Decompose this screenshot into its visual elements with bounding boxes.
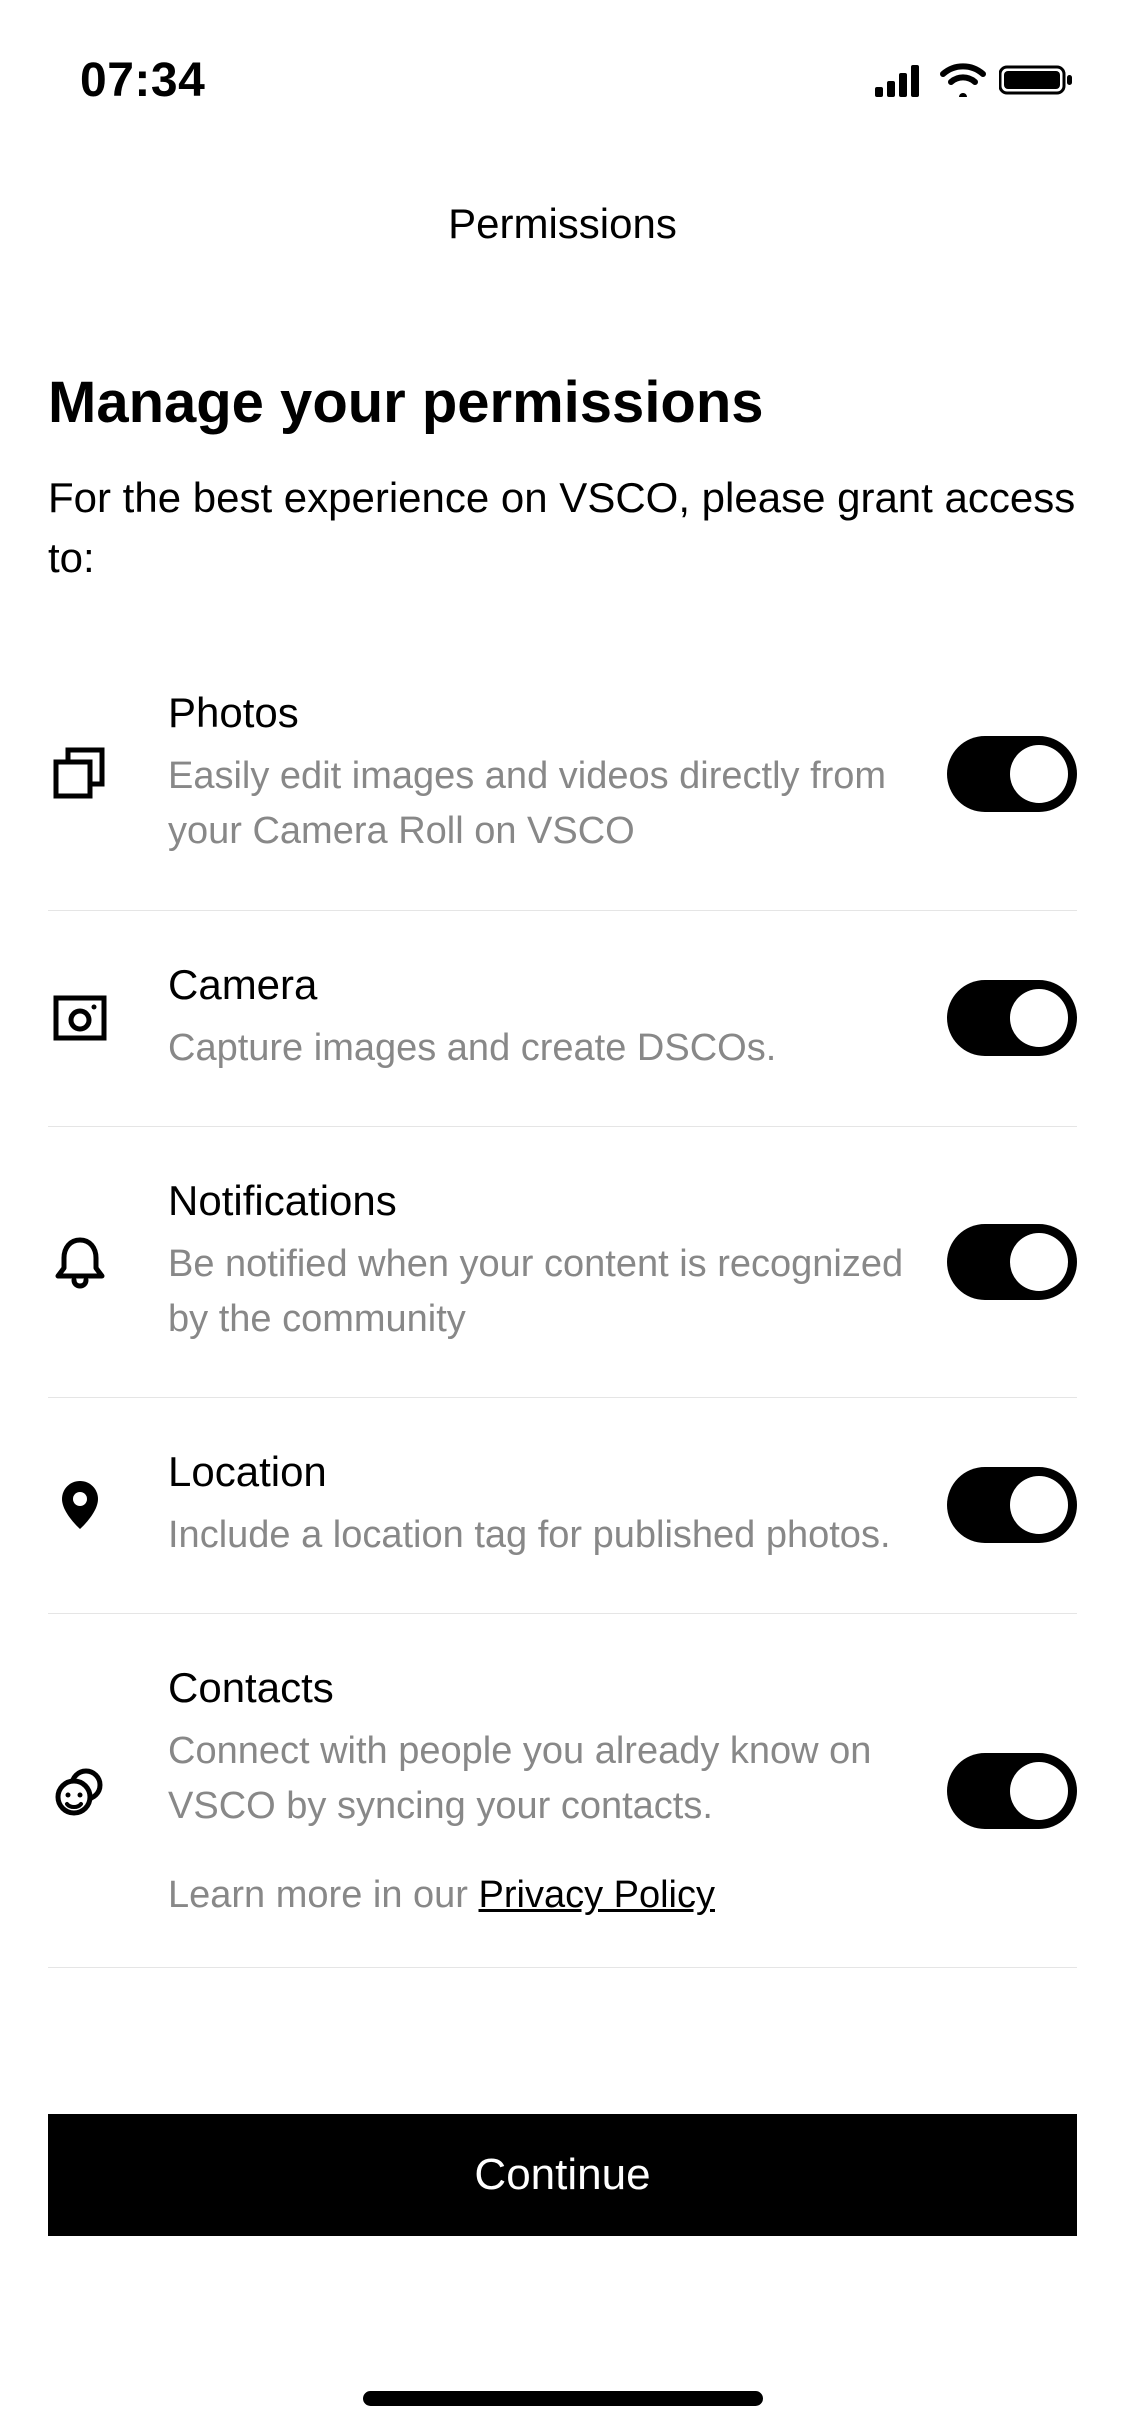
toggle-contacts[interactable] xyxy=(947,1753,1077,1829)
permission-title: Notifications xyxy=(168,1177,917,1225)
photos-icon xyxy=(48,742,168,806)
permission-title: Photos xyxy=(168,689,917,737)
privacy-policy-link[interactable]: Privacy Policy xyxy=(479,1874,716,1916)
continue-button[interactable]: Continue xyxy=(48,2114,1077,2236)
permission-desc: Capture images and create DSCOs. xyxy=(168,1021,917,1076)
permission-item-notifications: Notifications Be notified when your cont… xyxy=(48,1127,1077,1398)
contacts-icon xyxy=(48,1759,168,1823)
permission-item-photos: Photos Easily edit images and videos dir… xyxy=(48,659,1077,910)
home-indicator[interactable] xyxy=(363,2391,763,2406)
location-pin-icon xyxy=(48,1473,168,1537)
permission-item-location: Location Include a location tag for publ… xyxy=(48,1398,1077,1614)
permission-extra: Learn more in our Privacy Policy xyxy=(168,1874,917,1917)
permissions-list: Photos Easily edit images and videos dir… xyxy=(48,659,1077,1968)
toggle-location[interactable] xyxy=(947,1467,1077,1543)
privacy-prefix: Learn more in our xyxy=(168,1874,479,1916)
toggle-photos[interactable] xyxy=(947,736,1077,812)
status-bar: 07:34 xyxy=(0,0,1125,120)
permission-desc: Easily edit images and videos directly f… xyxy=(168,749,917,859)
status-icons xyxy=(875,63,1075,97)
wifi-icon xyxy=(939,63,987,97)
toggle-camera[interactable] xyxy=(947,980,1077,1056)
nav-title: Permissions xyxy=(0,200,1125,248)
page-subheading: For the best experience on VSCO, please … xyxy=(48,468,1077,590)
permission-desc: Connect with people you already know on … xyxy=(168,1724,917,1834)
cellular-icon xyxy=(875,63,927,97)
bell-icon xyxy=(48,1230,168,1294)
permission-title: Camera xyxy=(168,961,917,1009)
permission-desc: Include a location tag for published pho… xyxy=(168,1508,917,1563)
permission-item-contacts: Contacts Connect with people you already… xyxy=(48,1614,1077,1968)
status-time: 07:34 xyxy=(80,53,205,108)
permission-item-camera: Camera Capture images and create DSCOs. xyxy=(48,911,1077,1127)
permission-desc: Be notified when your content is recogni… xyxy=(168,1237,917,1347)
battery-icon xyxy=(999,63,1075,97)
camera-icon xyxy=(48,986,168,1050)
permission-title: Location xyxy=(168,1448,917,1496)
toggle-notifications[interactable] xyxy=(947,1224,1077,1300)
page-heading: Manage your permissions xyxy=(48,368,1077,438)
permission-title: Contacts xyxy=(168,1664,917,1712)
